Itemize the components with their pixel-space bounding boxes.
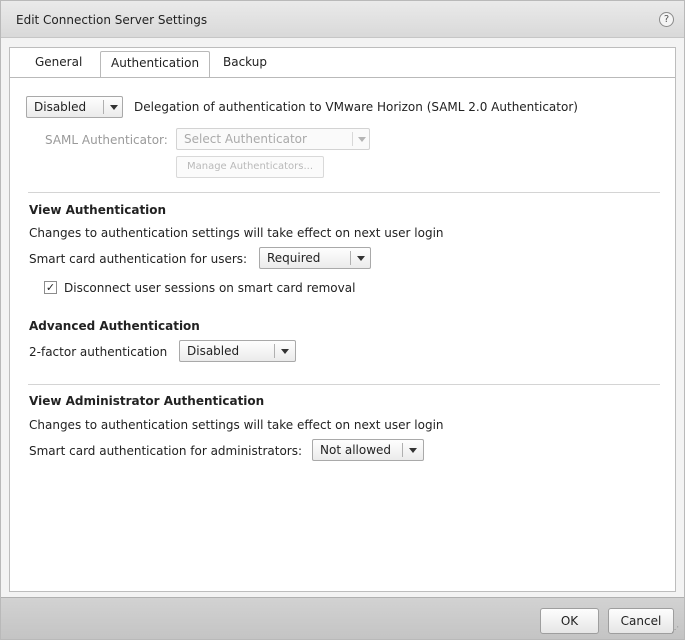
smart-card-users-label: Smart card authentication for users: bbox=[29, 252, 248, 266]
tab-general[interactable]: General bbox=[25, 51, 92, 77]
two-factor-value: Disabled bbox=[187, 344, 240, 358]
settings-panel: General Authentication Backup Disabled D… bbox=[9, 47, 676, 592]
section-divider bbox=[28, 384, 660, 385]
admin-authentication-heading: View Administrator Authentication bbox=[29, 394, 265, 408]
manage-authenticators-button[interactable]: Manage Authenticators... bbox=[176, 156, 324, 178]
chevron-down-icon bbox=[281, 349, 289, 354]
saml-authenticator-label: SAML Authenticator: bbox=[45, 133, 168, 147]
edit-connection-server-dialog: Edit Connection Server Settings ? Genera… bbox=[0, 0, 685, 640]
chevron-down-icon bbox=[409, 448, 417, 453]
help-icon[interactable]: ? bbox=[659, 12, 674, 27]
two-factor-label: 2-factor authentication bbox=[29, 345, 168, 359]
view-authentication-note: Changes to authentication settings will … bbox=[29, 226, 444, 240]
dropdown-separator bbox=[274, 344, 275, 358]
delegation-dropdown-value: Disabled bbox=[34, 100, 87, 114]
chevron-down-icon bbox=[358, 137, 366, 142]
advanced-authentication-heading: Advanced Authentication bbox=[29, 319, 200, 333]
delegation-description: Delegation of authentication to VMware H… bbox=[134, 100, 578, 114]
resize-grip-icon[interactable]: ⋰ bbox=[671, 626, 681, 636]
dropdown-separator bbox=[350, 251, 351, 265]
saml-authenticator-select[interactable]: Select Authenticator bbox=[176, 128, 370, 150]
smart-card-admins-value: Not allowed bbox=[320, 443, 392, 457]
dropdown-separator bbox=[352, 132, 353, 146]
disconnect-sessions-checkbox[interactable]: ✓ bbox=[44, 281, 57, 294]
chevron-down-icon bbox=[110, 105, 118, 110]
ok-button[interactable]: OK bbox=[540, 608, 599, 634]
saml-authenticator-value: Select Authenticator bbox=[184, 132, 307, 146]
smart-card-users-value: Required bbox=[267, 251, 321, 265]
smart-card-admins-dropdown[interactable]: Not allowed bbox=[312, 439, 424, 461]
delegation-dropdown[interactable]: Disabled bbox=[26, 96, 123, 118]
view-authentication-heading: View Authentication bbox=[29, 203, 167, 217]
chevron-down-icon bbox=[357, 256, 365, 261]
dialog-titlebar: Edit Connection Server Settings ? bbox=[1, 1, 684, 38]
dropdown-separator bbox=[402, 443, 403, 457]
tab-divider bbox=[10, 77, 675, 78]
dropdown-separator bbox=[103, 100, 104, 114]
smart-card-users-dropdown[interactable]: Required bbox=[259, 247, 371, 269]
cancel-button[interactable]: Cancel bbox=[608, 608, 674, 634]
dialog-title: Edit Connection Server Settings bbox=[16, 13, 208, 27]
two-factor-dropdown[interactable]: Disabled bbox=[179, 340, 296, 362]
tab-backup[interactable]: Backup bbox=[213, 51, 277, 77]
dialog-footer: OK Cancel ⋰ bbox=[1, 597, 684, 639]
disconnect-sessions-label: Disconnect user sessions on smart card r… bbox=[64, 281, 356, 295]
admin-authentication-note: Changes to authentication settings will … bbox=[29, 418, 444, 432]
tab-authentication[interactable]: Authentication bbox=[100, 51, 211, 78]
section-divider bbox=[28, 192, 660, 193]
smart-card-admins-label: Smart card authentication for administra… bbox=[29, 444, 303, 458]
